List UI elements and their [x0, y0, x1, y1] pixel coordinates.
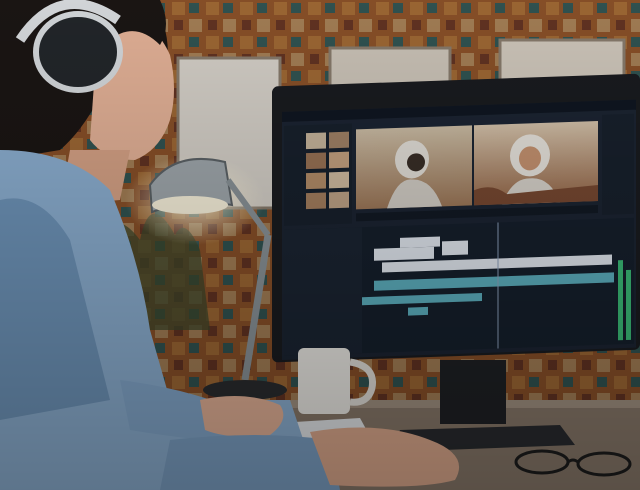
scene-svg — [0, 0, 640, 490]
photo-scene — [0, 0, 640, 490]
vignette-overlay — [0, 0, 640, 490]
